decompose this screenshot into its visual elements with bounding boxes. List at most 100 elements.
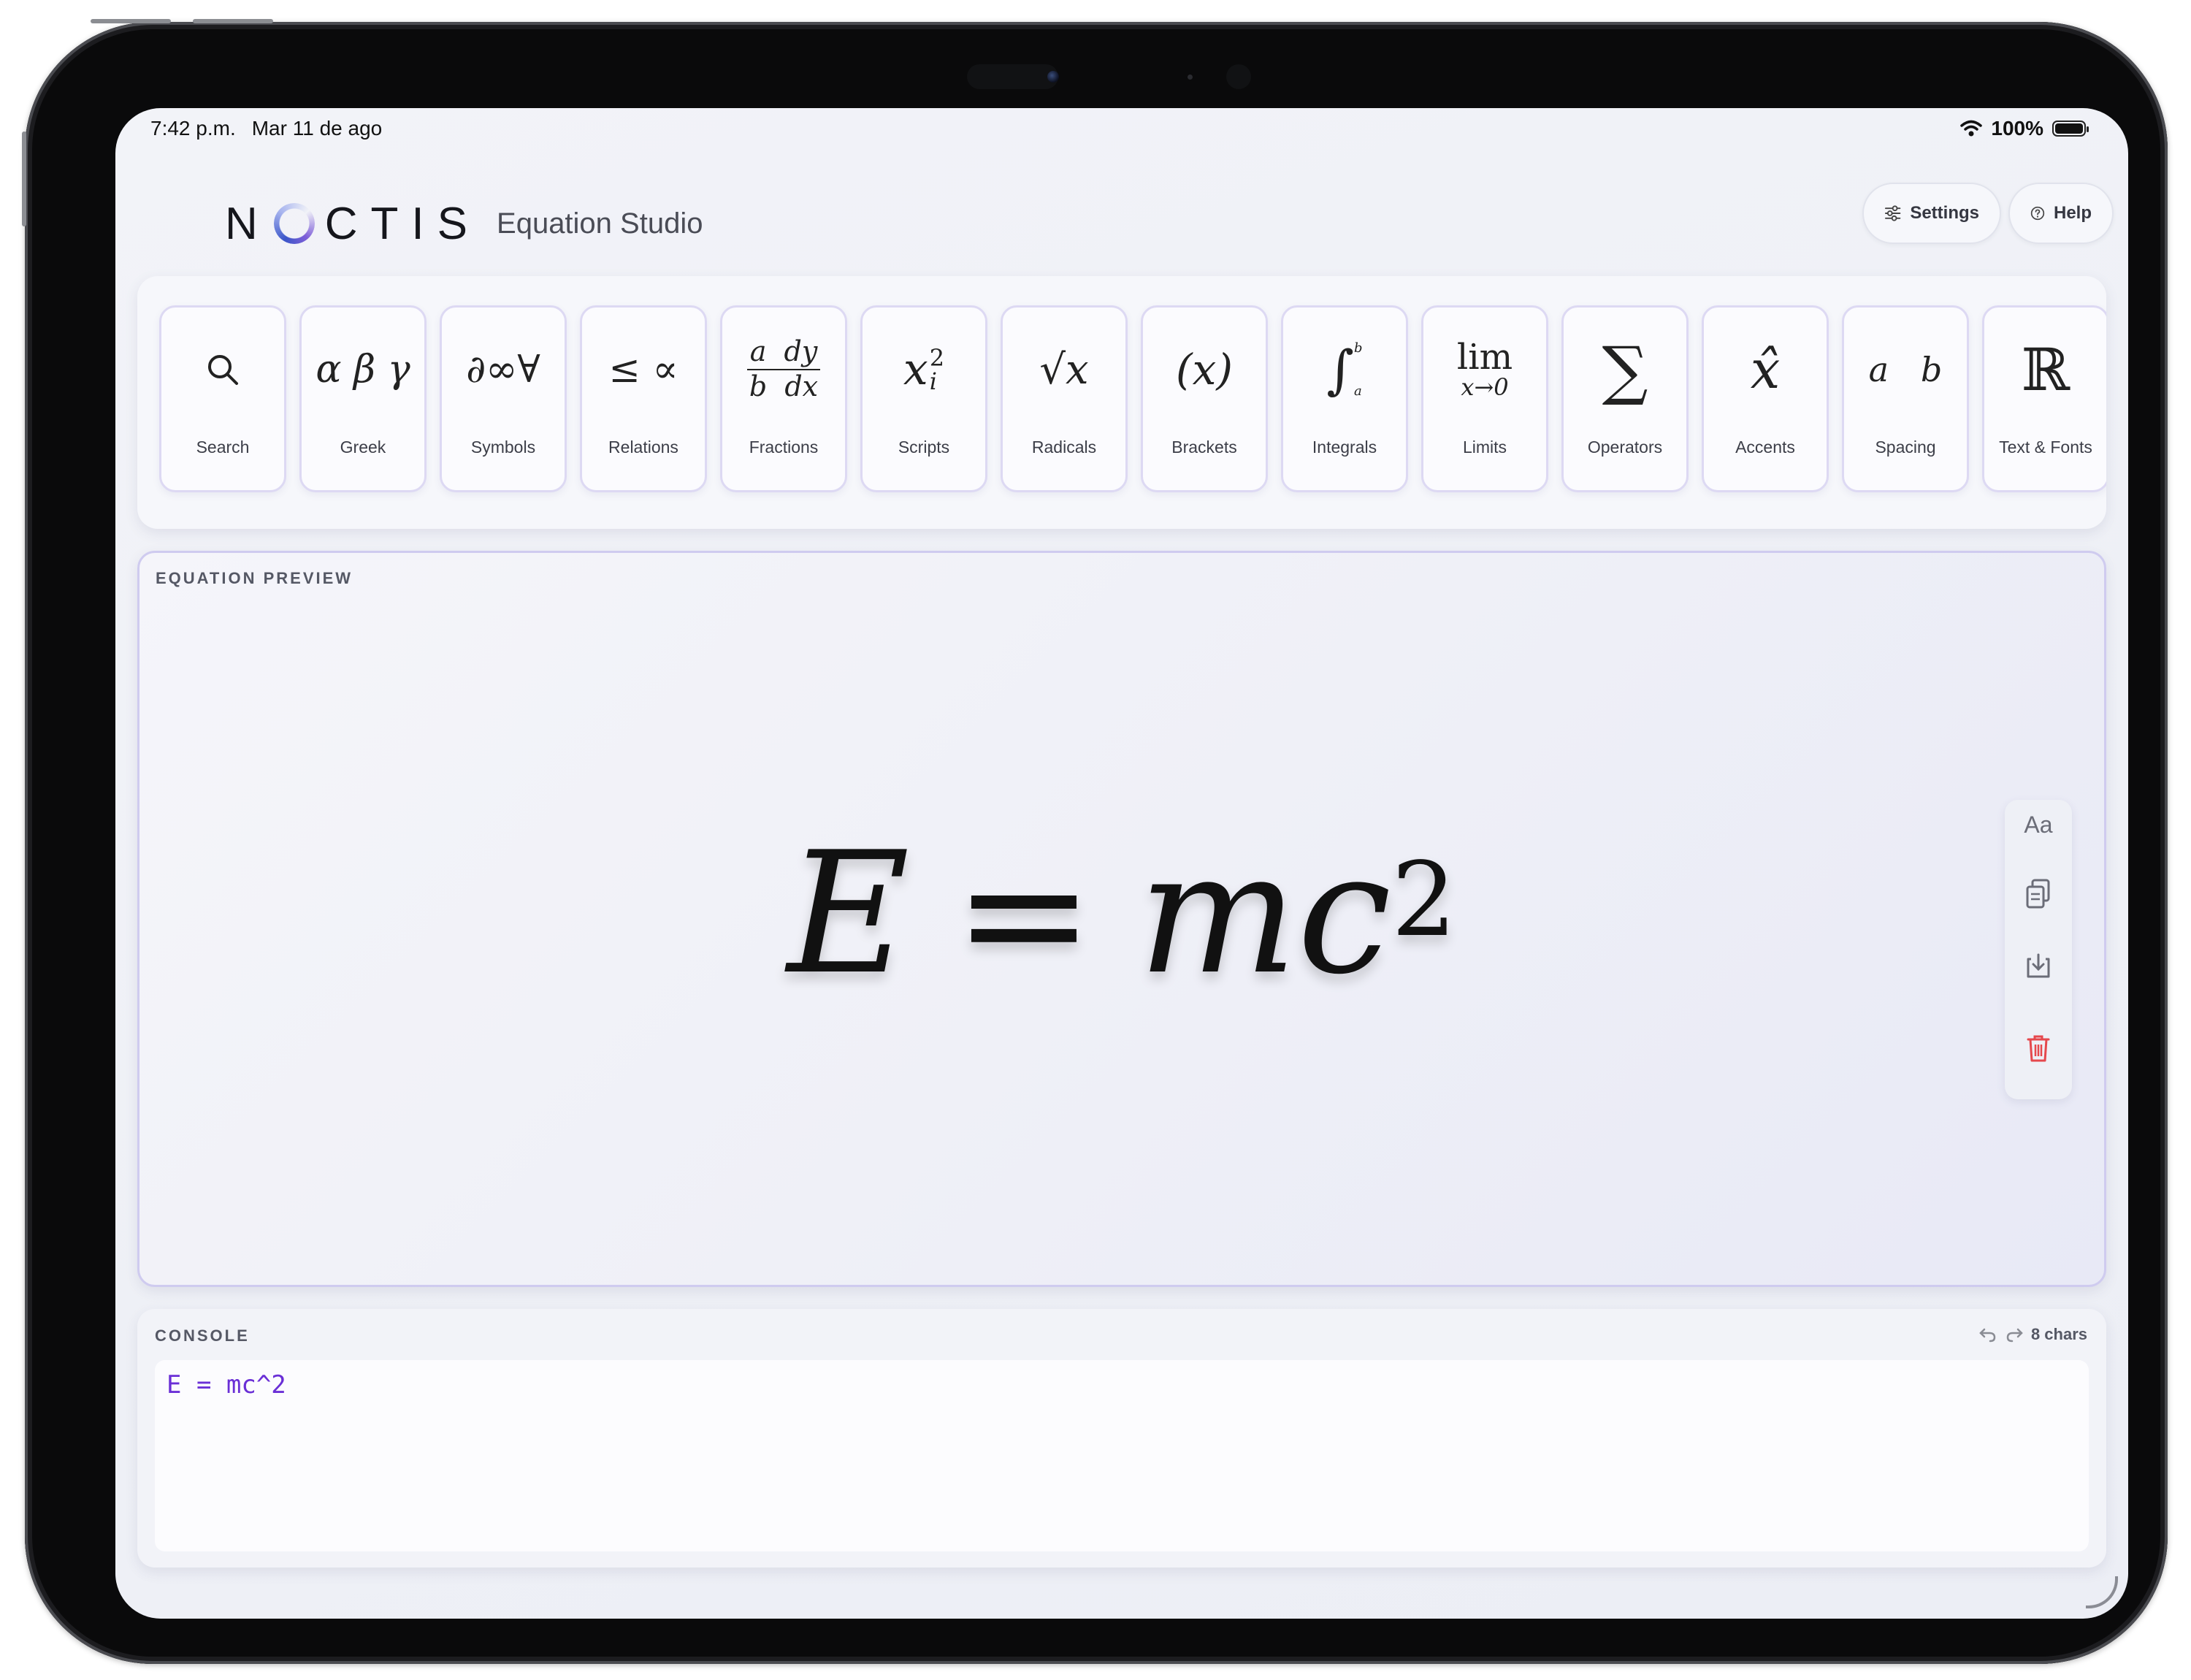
preview-section-label: EQUATION PREVIEW [156, 569, 353, 587]
tile-symbols[interactable]: ∂∞∀ Symbols [440, 305, 567, 492]
fraction-numerators: a dy [746, 335, 821, 370]
settings-label: Settings [1910, 203, 1979, 223]
tile-greek[interactable]: α β γ Greek [299, 305, 427, 492]
console-input-text: E = mc^2 [167, 1370, 286, 1400]
undo-icon[interactable] [1978, 1326, 1997, 1343]
battery-icon [2052, 121, 2089, 137]
tile-label: Limits [1462, 438, 1507, 457]
tile-label: Greek [340, 438, 386, 457]
tile-accents[interactable]: x̂ Accents [1702, 305, 1829, 492]
preview-tools: Aa [2005, 800, 2072, 1099]
tile-text-fonts[interactable]: ℝ Text & Fonts [1982, 305, 2106, 492]
console-panel: CONSOLE 8 chars E = mc^2 [137, 1309, 2106, 1568]
tile-label: Radicals [1031, 438, 1097, 457]
status-time: 7:42 p.m. [150, 117, 236, 140]
font-size-label: Aa [2024, 812, 2053, 838]
symbol-palette: Search α β γ Greek ∂∞∀ Symbols ≤ ∝ Relat… [137, 276, 2106, 529]
spacing-glyph: a b [1868, 350, 1943, 389]
integral-lower: a [1353, 383, 1362, 399]
console-meta: 8 chars [1978, 1325, 2087, 1344]
app-subtitle: Equation Studio [497, 207, 703, 240]
app-logo: N CTIS [225, 198, 481, 250]
fractions-glyph: a dy b dx [722, 329, 845, 410]
scripts-glyph: x 2 i [863, 329, 985, 410]
tile-label: Text & Fonts [1999, 438, 2092, 457]
equation-lhs: E [787, 817, 910, 1012]
top-button [91, 19, 171, 23]
copy-button[interactable] [2005, 879, 2072, 913]
tile-operators[interactable]: ∑ Operators [1561, 305, 1689, 492]
equation-exponent: 2 [1391, 841, 1457, 960]
ipad-frame: 7:42 p.m. Mar 11 de ago 100% N CTIS Equat… [22, 19, 2168, 1664]
fraction-denominators: b dx [749, 370, 819, 402]
side-button [22, 131, 26, 226]
symbols-glyph: ∂∞∀ [466, 348, 540, 392]
logo-text-right: CTIS [324, 198, 481, 249]
export-button[interactable] [2005, 952, 2072, 983]
delete-button[interactable] [2005, 1034, 2072, 1066]
tile-label: Accents [1735, 438, 1795, 457]
app-header: N CTIS Equation Studio [225, 194, 703, 253]
tile-brackets[interactable]: (x) Brackets [1141, 305, 1268, 492]
tile-label: Search [196, 438, 250, 457]
redo-icon[interactable] [2005, 1326, 2024, 1343]
script-sub: i [929, 367, 937, 395]
palette-tiles: Search α β γ Greek ∂∞∀ Symbols ≤ ∝ Relat… [159, 305, 2106, 492]
console-section-label: CONSOLE [155, 1326, 250, 1345]
tile-relations[interactable]: ≤ ∝ Relations [580, 305, 707, 492]
tile-label: Spacing [1875, 438, 1936, 457]
tile-scripts[interactable]: x 2 i Scripts [860, 305, 987, 492]
relations-glyph: ≤ ∝ [608, 348, 678, 392]
char-count: 8 chars [2030, 1325, 2087, 1343]
tile-label: Fractions [749, 438, 819, 457]
tile-label: Symbols [470, 438, 536, 457]
tile-fractions[interactable]: a dy b dx Fractions [720, 305, 847, 492]
download-icon [2027, 953, 2050, 978]
lim-text: lim [1456, 337, 1513, 378]
lim-under: x→0 [1461, 373, 1509, 402]
camera-housing [967, 64, 1058, 89]
font-size-button[interactable]: Aa [2005, 812, 2072, 839]
tile-limits[interactable]: lim x→0 Limits [1421, 305, 1548, 492]
settings-button[interactable]: Settings [1862, 183, 2001, 244]
script-stack: 2 i [930, 346, 944, 393]
top-button-2 [193, 19, 273, 23]
equation-equals: = [953, 817, 1095, 1012]
tile-label: Brackets [1171, 438, 1237, 457]
status-bar-left: 7:42 p.m. Mar 11 de ago [150, 117, 398, 140]
trash-icon [2027, 1035, 2050, 1062]
equation-preview-panel: EQUATION PREVIEW E = mc2 Aa [137, 551, 2106, 1287]
equation-rhs: mc [1138, 817, 1392, 1012]
tile-label: Integrals [1312, 438, 1377, 457]
copy-icon [2026, 879, 2050, 909]
status-bar-right: 100% [1960, 117, 2089, 140]
tile-label: Operators [1587, 438, 1663, 457]
wifi-icon [1960, 120, 1983, 137]
tile-search[interactable]: Search [159, 305, 286, 492]
sliders-icon [1884, 205, 1901, 221]
tile-spacing[interactable]: a b Spacing [1842, 305, 1969, 492]
sensor-ring [1226, 64, 1251, 89]
brackets-glyph: (x) [1176, 345, 1233, 394]
integrals-glyph: ∫ b a [1283, 329, 1406, 410]
script-base: x [903, 344, 928, 395]
search-icon [161, 329, 284, 410]
rendered-equation[interactable]: E = mc2 [139, 831, 2104, 999]
help-circle-icon [2030, 206, 2045, 221]
tile-radicals[interactable]: √x Radicals [1001, 305, 1128, 492]
help-button[interactable]: Help [2008, 183, 2114, 244]
tile-label: Scripts [898, 438, 950, 457]
integral-upper: b [1353, 340, 1363, 356]
screen: 7:42 p.m. Mar 11 de ago 100% N CTIS Equat… [115, 108, 2128, 1619]
integral-limits: b a [1354, 340, 1363, 399]
accents-glyph: x̂ [1750, 339, 1781, 400]
operators-glyph: ∑ [1602, 332, 1648, 408]
console-input[interactable]: E = mc^2 [155, 1360, 2089, 1551]
logo-ring-icon [273, 203, 315, 244]
logo-text-left: N [225, 198, 271, 249]
resize-handle[interactable] [2086, 1576, 2118, 1608]
camera-lens [1047, 71, 1059, 83]
script-sup: 2 [929, 344, 945, 372]
greek-glyph: α β γ [316, 348, 410, 392]
tile-integrals[interactable]: ∫ b a Integrals [1281, 305, 1408, 492]
